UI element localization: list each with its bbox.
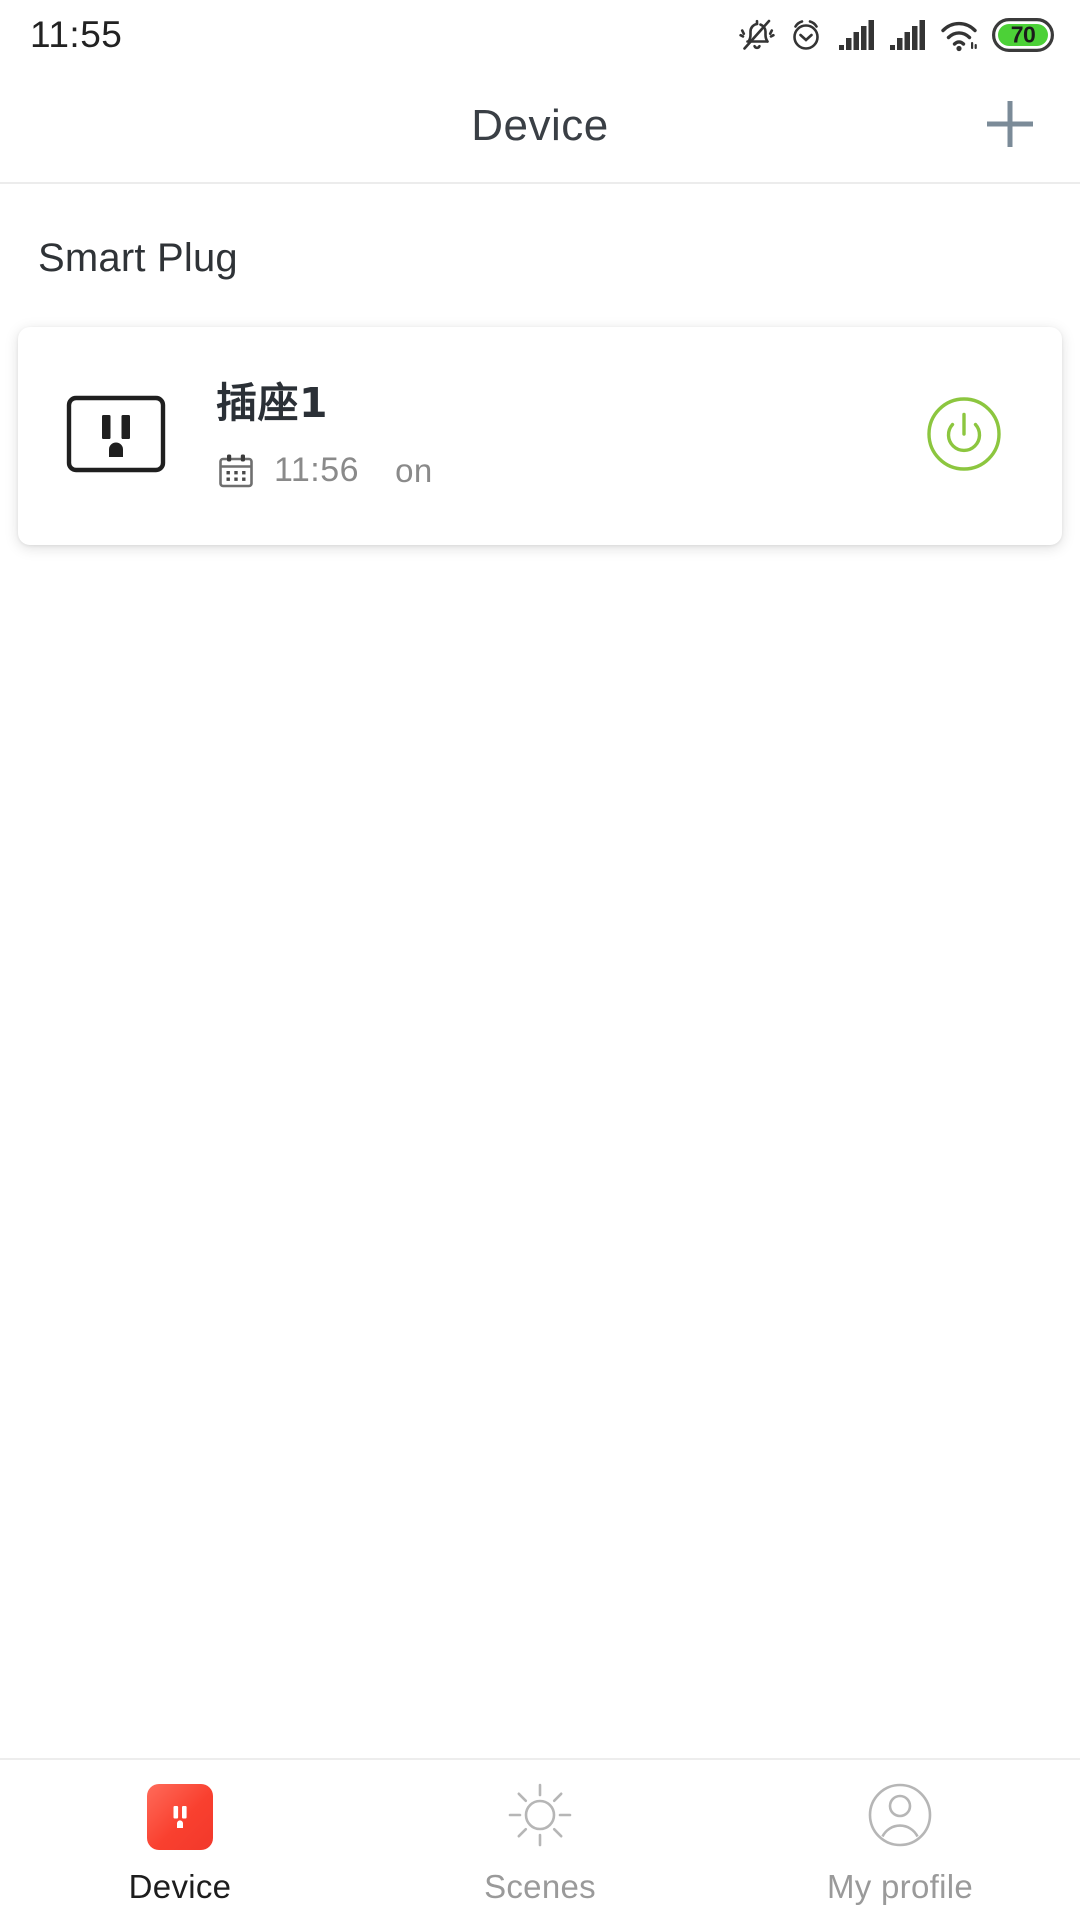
- alarm-clock-icon: [788, 16, 824, 54]
- plus-icon: [980, 94, 1040, 159]
- nav-label-scenes: Scenes: [484, 1868, 596, 1905]
- nav-label-device: Device: [128, 1868, 232, 1905]
- device-card[interactable]: 插座1 11:56 on: [18, 327, 1062, 545]
- nav-item-my-profile[interactable]: My profile: [720, 1760, 1080, 1906]
- app-root: 11:55 70 Device Smart Plug 插座1 11:56 on …: [0, 0, 1080, 1920]
- nav-device-icon-wrap: [147, 1780, 213, 1854]
- app-header: Device: [0, 70, 1080, 184]
- device-schedule-time: 11:56: [274, 451, 360, 490]
- device-name: 插座1: [216, 379, 329, 428]
- sun-icon: [504, 1779, 576, 1856]
- device-status-row: 11:56 on: [216, 451, 908, 491]
- battery-icon: 70: [992, 18, 1054, 52]
- status-bar: 11:55 70: [0, 0, 1080, 70]
- page-title: Device: [471, 101, 609, 150]
- user-circle-icon: [864, 1779, 936, 1856]
- device-card-body: 插座1 11:56 on: [184, 381, 908, 490]
- device-state-label: on: [395, 451, 433, 489]
- bell-muted-icon: [739, 16, 775, 54]
- nav-label-my-profile: My profile: [826, 1868, 974, 1905]
- power-outlet-icon: [66, 395, 166, 478]
- signal-bars-icon: [837, 19, 875, 51]
- battery-level-label: 70: [1010, 21, 1036, 48]
- status-bar-icons: 70: [739, 16, 1054, 54]
- nav-scenes-icon-wrap: [504, 1780, 576, 1854]
- status-bar-clock: 11:55: [30, 14, 123, 55]
- wifi-icon: [939, 18, 979, 52]
- add-device-button[interactable]: [974, 90, 1046, 162]
- nav-item-scenes[interactable]: Scenes: [360, 1760, 720, 1906]
- power-outlet-icon: [147, 1784, 213, 1850]
- device-card-icon: [66, 395, 184, 478]
- bottom-navigation: Device Scenes My profile: [0, 1758, 1080, 1920]
- nav-item-device[interactable]: Device: [0, 1760, 360, 1906]
- nav-profile-icon-wrap: [864, 1780, 936, 1854]
- section-title-smart-plug: Smart Plug: [38, 236, 238, 280]
- power-button-icon: [925, 395, 1003, 478]
- signal-bars-icon: [888, 19, 926, 51]
- device-power-toggle[interactable]: [908, 395, 1020, 478]
- device-list-container: Smart Plug 插座1 11:56 on: [0, 184, 1080, 1758]
- calendar-icon: [216, 451, 256, 491]
